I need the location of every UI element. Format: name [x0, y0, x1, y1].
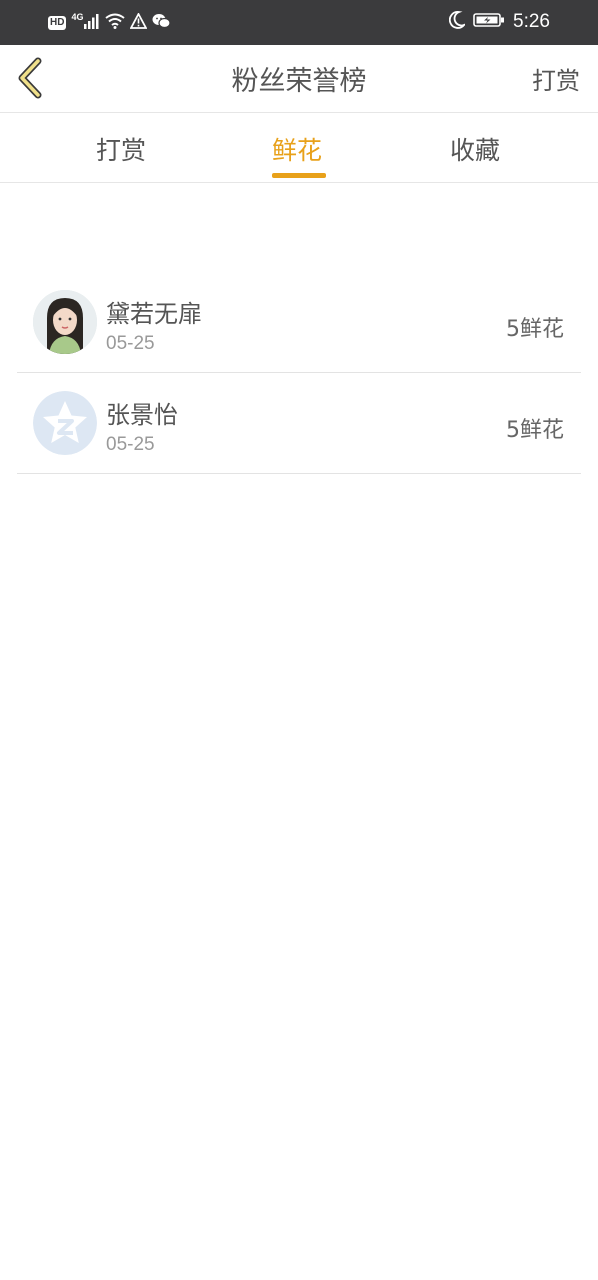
fan-list: 黛若无扉 05-25 5鲜花 张景怡 05-25 5鲜花 [17, 272, 581, 474]
tab-reward[interactable]: 打赏 [96, 131, 146, 167]
fan-name: 黛若无扉 [106, 300, 202, 328]
moon-icon [448, 11, 467, 33]
page-title: 粉丝荣誉榜 [231, 66, 367, 97]
avatar [33, 391, 97, 455]
list-item[interactable]: 黛若无扉 05-25 5鲜花 [17, 272, 581, 373]
fan-name: 张景怡 [106, 401, 178, 429]
fan-date: 05-25 [106, 333, 155, 354]
status-time: 5:26 [513, 11, 550, 32]
flower-count: 5鲜花 [506, 317, 564, 342]
warning-icon [129, 12, 148, 33]
avatar [33, 290, 97, 354]
fan-date: 05-25 [106, 434, 155, 455]
wechat-icon [152, 13, 172, 33]
status-bar-right: 5:26 [448, 10, 550, 34]
tab-flowers[interactable]: 鲜花 [272, 131, 322, 167]
list-item[interactable]: 张景怡 05-25 5鲜花 [17, 373, 581, 474]
tab-bar: 打赏 鲜花 收藏 [0, 113, 598, 183]
active-tab-indicator [272, 173, 326, 178]
wifi-icon [105, 13, 126, 33]
status-bar-left: HD 4G [48, 12, 172, 34]
tab-favorites[interactable]: 收藏 [450, 131, 500, 167]
reward-action-button[interactable]: 打赏 [532, 61, 580, 96]
battery-icon [473, 12, 505, 32]
status-bar: HD 4G 5:26 [0, 0, 598, 45]
app-header: 粉丝荣誉榜 打赏 [0, 45, 598, 113]
flower-count: 5鲜花 [506, 418, 564, 443]
signal-icon [84, 13, 100, 33]
hd-badge: HD [48, 16, 67, 30]
network-type: 4G [71, 12, 84, 22]
